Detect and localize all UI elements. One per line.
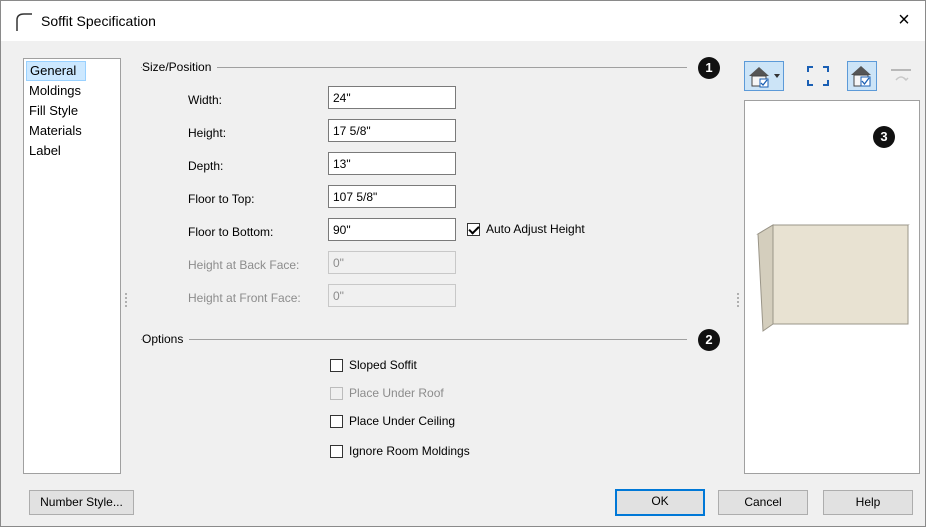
house-checked-icon	[851, 66, 871, 87]
nav-item-moldings[interactable]: Moldings	[24, 81, 120, 101]
help-button[interactable]: Help	[823, 490, 913, 515]
cancel-button[interactable]: Cancel	[718, 490, 808, 515]
house-view-icon	[749, 67, 780, 88]
place-under-ceiling-label: Place Under Ceiling	[349, 414, 456, 428]
depth-label: Depth:	[188, 159, 224, 173]
rotate-disabled-icon	[891, 69, 911, 82]
place-under-roof-checkbox: Place Under Roof	[330, 386, 444, 400]
place-under-roof-label: Place Under Roof	[349, 386, 444, 400]
soffit-specification-dialog: Soffit Specification × General Moldings …	[0, 0, 926, 527]
place-under-ceiling-checkbox[interactable]: Place Under Ceiling	[330, 414, 455, 428]
auto-adjust-height-checkbox[interactable]: Auto Adjust Height	[467, 222, 585, 236]
nav-item-materials[interactable]: Materials	[24, 121, 120, 141]
height-front-face-field	[328, 284, 456, 307]
view-mode-dropdown-button[interactable]	[744, 61, 784, 91]
options-heading: Options	[142, 332, 190, 346]
soffit-side-face	[757, 224, 774, 332]
nav-item-general[interactable]: General	[26, 61, 86, 81]
sloped-soffit-checkbox[interactable]: Sloped Soffit	[330, 358, 417, 372]
title-bar: Soffit Specification ×	[1, 1, 925, 41]
size-position-divider	[141, 67, 687, 68]
nav-item-label[interactable]: Label	[24, 141, 120, 161]
height-field[interactable]	[328, 119, 456, 142]
auto-adjust-height-label: Auto Adjust Height	[486, 222, 585, 236]
window-title: Soffit Specification	[41, 13, 156, 29]
splitter-handle-left[interactable]	[125, 293, 127, 307]
ignore-room-moldings-checkbox[interactable]: Ignore Room Moldings	[330, 444, 470, 458]
soffit-3d-preview	[756, 224, 910, 332]
ignore-room-moldings-box[interactable]	[330, 444, 343, 458]
width-field[interactable]	[328, 86, 456, 109]
floor-to-top-label: Floor to Top:	[188, 192, 255, 206]
sloped-soffit-label: Sloped Soffit	[349, 358, 417, 372]
splitter-handle-right[interactable]	[737, 293, 739, 307]
preview-pane[interactable]: 3	[744, 100, 920, 474]
nav-item-fill-style[interactable]: Fill Style	[24, 101, 120, 121]
floor-to-bottom-field[interactable]	[328, 218, 456, 241]
height-label: Height:	[188, 126, 227, 140]
sloped-soffit-box[interactable]	[330, 358, 343, 372]
floor-to-bottom-label: Floor to Bottom:	[188, 225, 274, 239]
depth-field[interactable]	[328, 152, 456, 175]
number-style-button[interactable]: Number Style...	[29, 490, 134, 515]
options-divider	[141, 339, 687, 340]
place-under-roof-box	[330, 386, 343, 400]
category-list: General Moldings Fill Style Materials La…	[23, 58, 121, 474]
close-button[interactable]: ×	[891, 9, 917, 33]
soffit-app-icon	[16, 13, 32, 31]
show-house-button[interactable]	[847, 61, 877, 91]
height-front-face-label: Height at Front Face:	[188, 291, 301, 305]
height-back-face-label: Height at Back Face:	[188, 258, 300, 272]
rotate-preview-button	[887, 63, 915, 89]
size-position-heading: Size/Position	[142, 60, 218, 74]
callout-badge-1: 1	[698, 57, 720, 79]
fill-window-icon	[807, 66, 829, 86]
ignore-room-moldings-label: Ignore Room Moldings	[349, 444, 470, 458]
callout-badge-2: 2	[698, 329, 720, 351]
ok-button[interactable]: OK	[615, 489, 705, 516]
place-under-ceiling-box[interactable]	[330, 414, 343, 428]
floor-to-top-field[interactable]	[328, 185, 456, 208]
fill-window-button[interactable]	[804, 63, 832, 89]
soffit-front-face	[772, 224, 909, 325]
width-label: Width:	[188, 93, 223, 107]
auto-adjust-height-checkmark[interactable]	[467, 222, 480, 236]
height-back-face-field	[328, 251, 456, 274]
